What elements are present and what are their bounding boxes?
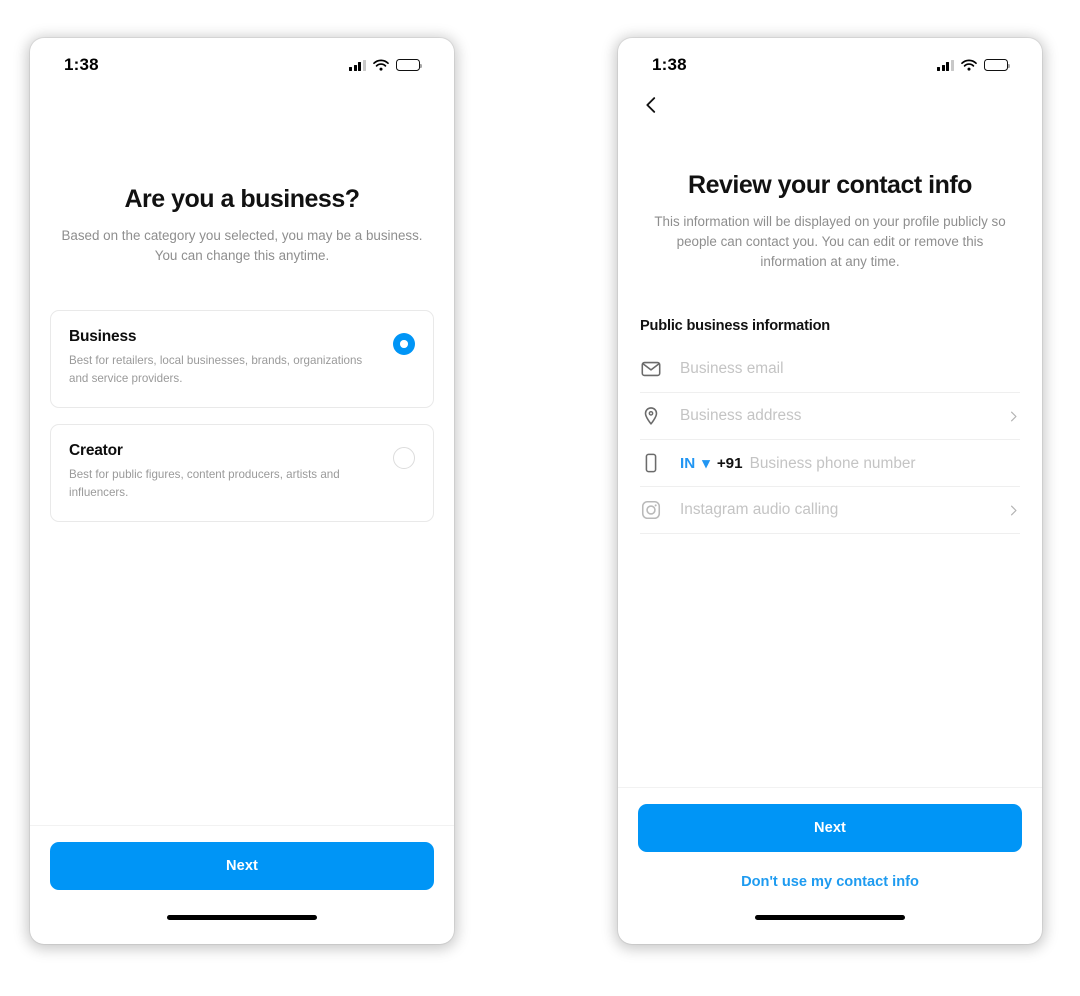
envelope-icon — [640, 358, 662, 380]
page-subtitle: This information will be displayed on yo… — [654, 214, 1006, 270]
chevron-down-icon[interactable]: ▾ — [702, 454, 710, 472]
phone-mockup-contact-info: 1:38 Review your contact info This infor… — [618, 38, 1042, 944]
status-bar-icons — [349, 59, 423, 71]
next-button[interactable]: Next — [638, 804, 1022, 852]
row-business-email-body: Business email — [680, 360, 1020, 378]
row-instagram-audio-calling-body: Instagram audio calling — [680, 501, 989, 519]
signal-bars-icon — [349, 59, 366, 71]
navigation-bar — [618, 84, 1042, 126]
screenshot-stage: 1:38 Are you a business? Based on the ca… — [0, 0, 1080, 996]
row-business-address[interactable]: Business address — [640, 393, 1020, 441]
business-phone-input[interactable]: Business phone number — [750, 455, 916, 473]
section-label-public-business-information: Public business information — [640, 318, 831, 335]
business-type-screen: Are you a business? Based on the categor… — [30, 84, 454, 944]
mobile-phone-icon — [640, 452, 662, 474]
chevron-right-icon[interactable] — [1007, 410, 1020, 423]
contact-info-rows: Business email Business address IN ▾ +91… — [618, 346, 1042, 535]
home-indicator-area — [30, 890, 454, 944]
signal-bars-icon — [937, 59, 954, 71]
chevron-right-icon[interactable] — [1007, 504, 1020, 517]
home-indicator — [167, 914, 317, 920]
footer-actions: Next — [30, 825, 454, 890]
home-indicator — [755, 914, 905, 920]
status-bar-clock: 1:38 — [64, 55, 99, 74]
wifi-icon — [961, 59, 977, 71]
page-subtitle: Based on the category you selected, you … — [61, 228, 423, 264]
radio-unselected-icon[interactable] — [393, 447, 415, 470]
option-description: Best for public figures, content produce… — [69, 468, 340, 500]
option-title: Creator — [69, 442, 123, 460]
phone-mockup-business-type: 1:38 Are you a business? Based on the ca… — [30, 38, 454, 944]
row-business-email[interactable]: Business email — [640, 346, 1020, 394]
location-pin-icon — [640, 405, 662, 427]
option-card-creator-text: Creator Best for public figures, content… — [69, 442, 383, 502]
option-card-business[interactable]: Business Best for retailers, local busin… — [50, 310, 434, 409]
account-type-options: Business Best for retailers, local busin… — [30, 310, 454, 523]
dont-use-contact-info-button[interactable]: Don't use my contact info — [638, 874, 1022, 890]
country-code-selector[interactable]: IN — [680, 455, 695, 472]
row-business-phone-body: IN ▾ +91 Business phone number — [680, 454, 1020, 473]
page-title: Review your contact info — [688, 171, 972, 199]
instagram-audio-calling-label[interactable]: Instagram audio calling — [680, 501, 838, 519]
status-bar-clock: 1:38 — [652, 55, 687, 74]
home-indicator-area — [618, 890, 1042, 944]
wifi-icon — [373, 59, 389, 71]
contact-info-screen: Review your contact info This informatio… — [618, 84, 1042, 944]
battery-icon — [984, 59, 1011, 71]
option-card-business-text: Business Best for retailers, local busin… — [69, 328, 383, 388]
row-business-phone[interactable]: IN ▾ +91 Business phone number — [640, 440, 1020, 488]
page-title: Are you a business? — [124, 185, 360, 213]
row-instagram-audio-calling[interactable]: Instagram audio calling — [640, 487, 1020, 535]
dial-code-label: +91 — [716, 454, 743, 472]
option-title: Business — [69, 328, 137, 346]
status-bar: 1:38 — [618, 38, 1042, 84]
option-card-creator[interactable]: Creator Best for public figures, content… — [50, 424, 434, 523]
next-button[interactable]: Next — [50, 842, 434, 890]
footer-actions: Next Don't use my contact info — [618, 787, 1042, 890]
status-bar: 1:38 — [30, 38, 454, 84]
battery-icon — [396, 59, 423, 71]
instagram-camera-icon — [640, 499, 662, 521]
status-bar-icons — [937, 59, 1011, 71]
radio-selected-icon[interactable] — [393, 333, 415, 356]
business-email-input[interactable]: Business email — [680, 360, 784, 378]
chevron-left-icon[interactable] — [640, 94, 662, 116]
option-description: Best for retailers, local businesses, br… — [69, 354, 363, 386]
row-business-address-body: Business address — [680, 407, 989, 425]
business-address-input[interactable]: Business address — [680, 407, 801, 425]
